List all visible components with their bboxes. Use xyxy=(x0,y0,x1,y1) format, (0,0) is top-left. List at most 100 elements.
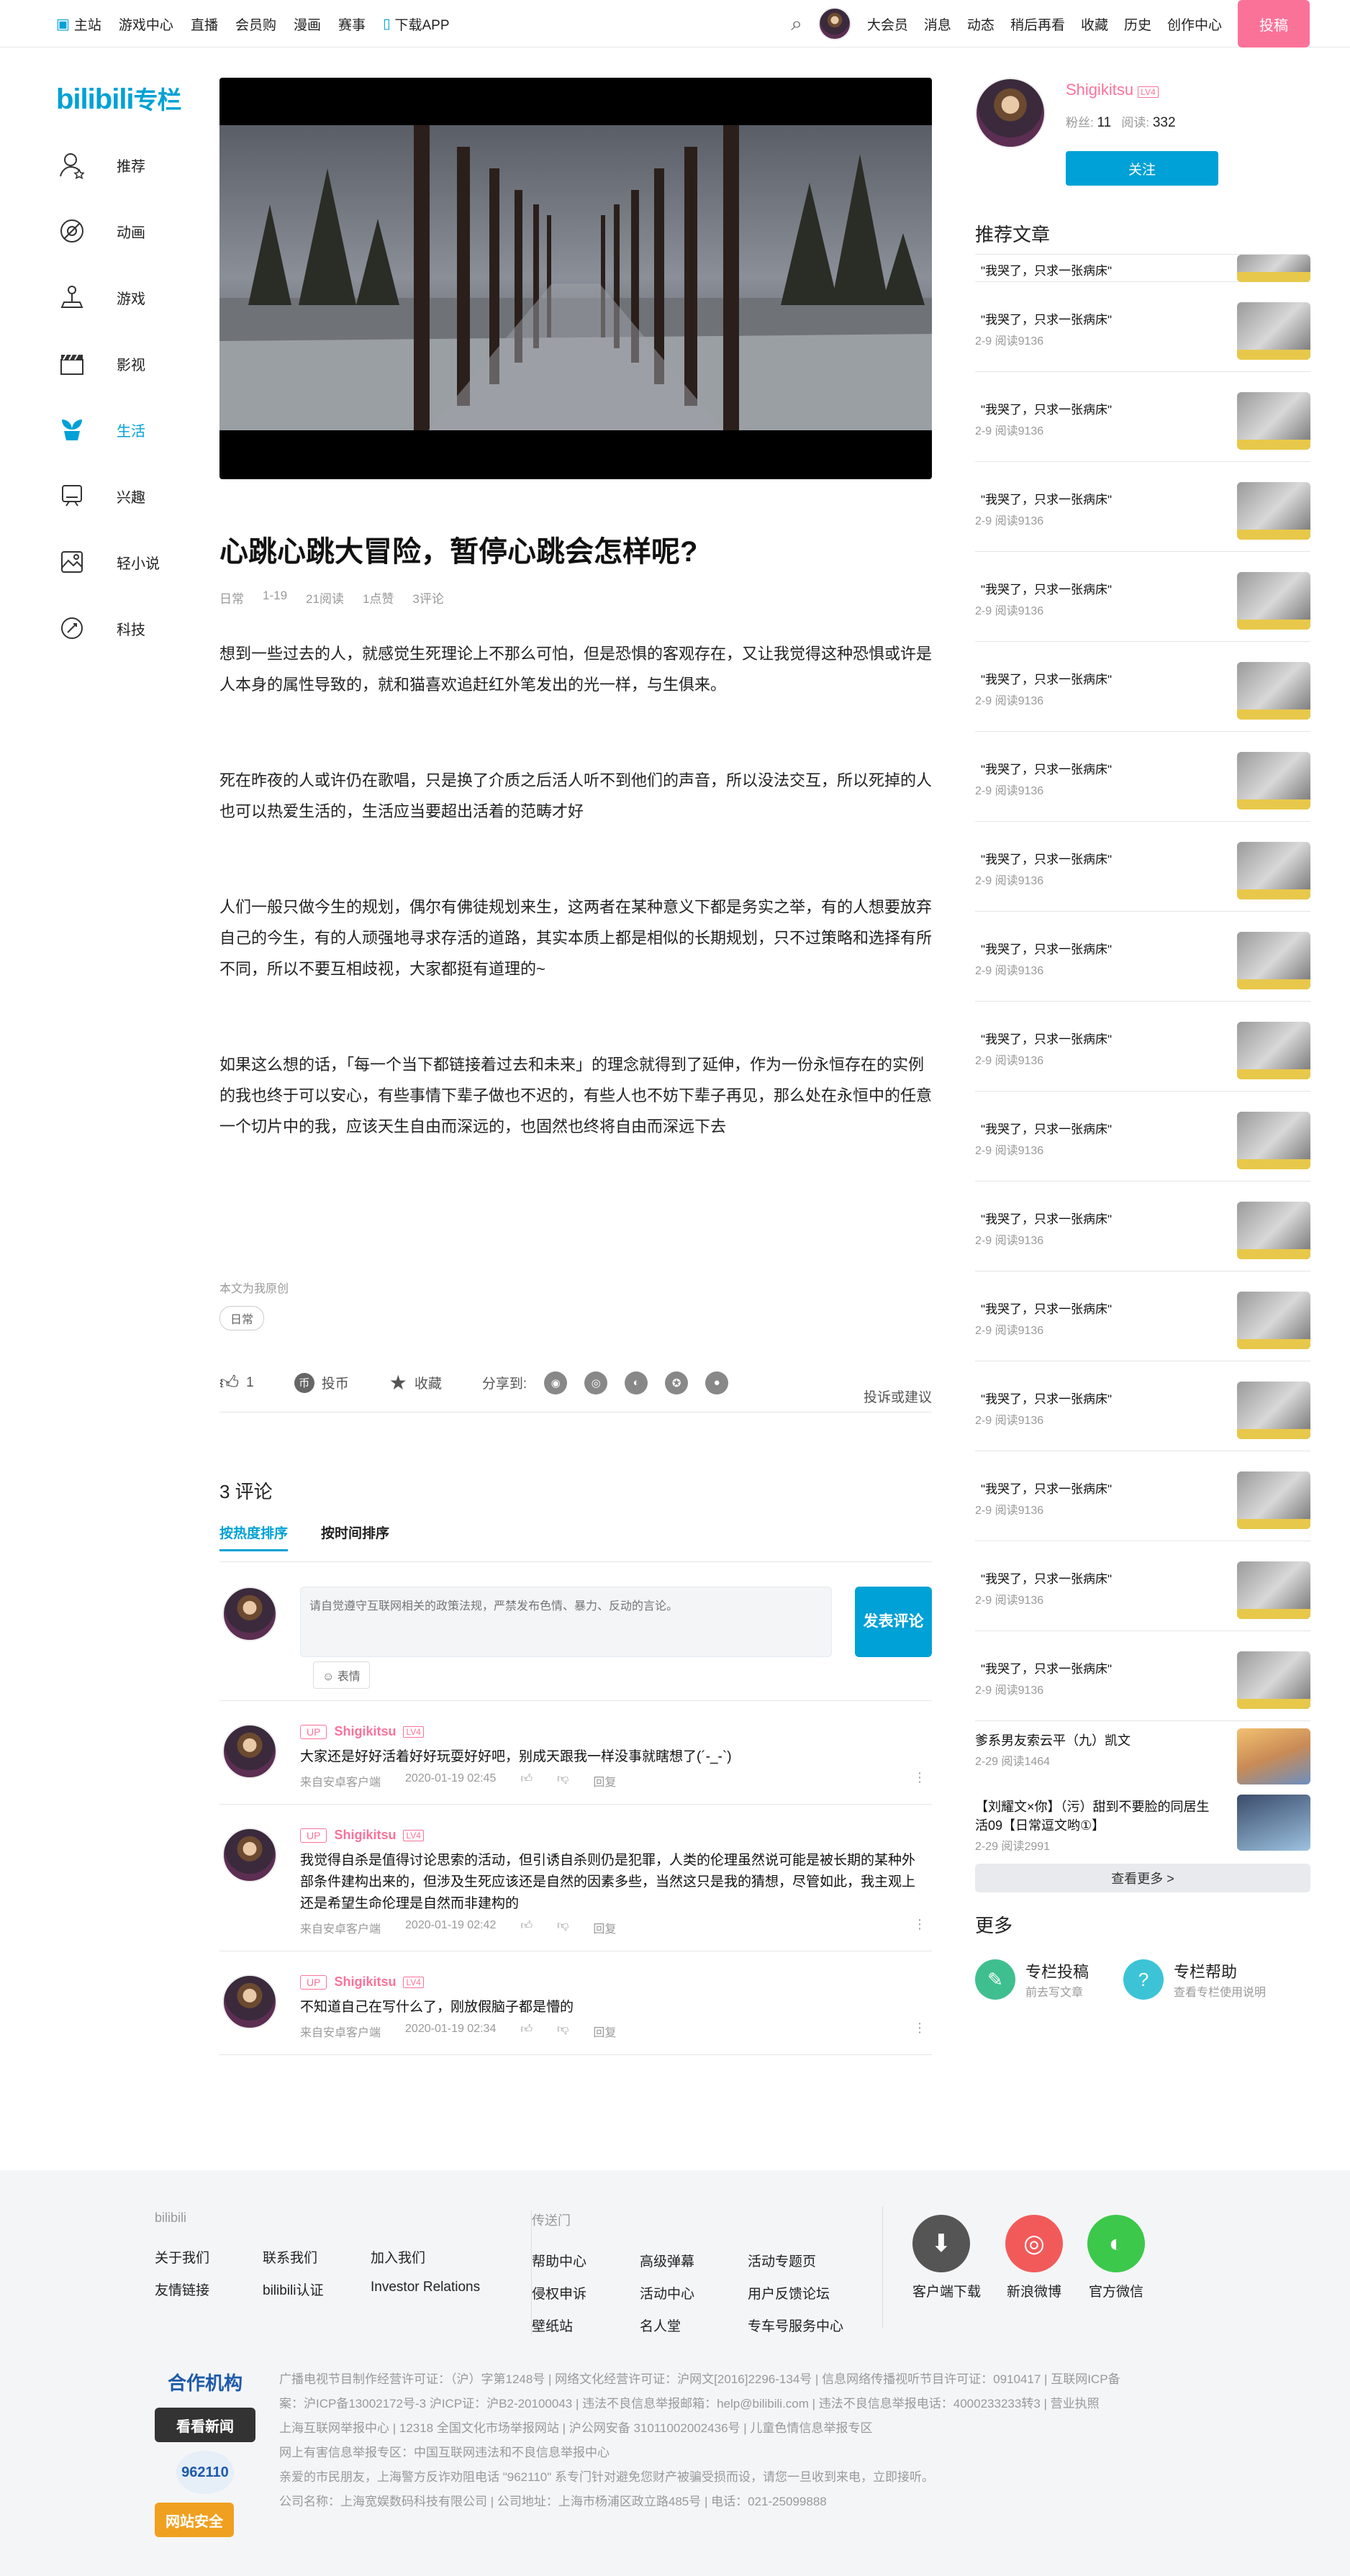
kankan-news-logo[interactable]: 看看新闻 xyxy=(155,2408,255,2442)
recommend-item[interactable]: "我哭了，只求一张病床" 2-9 阅读9136 xyxy=(975,1092,1310,1182)
reply-button[interactable]: 回复 xyxy=(593,1772,616,1790)
footer-link[interactable]: 加入我们 xyxy=(371,2247,536,2267)
footer-link[interactable]: 关于我们 xyxy=(155,2247,263,2267)
sidebar-item-recommend[interactable]: 推荐 xyxy=(56,132,200,198)
footer-link[interactable]: 联系我们 xyxy=(263,2247,371,2267)
recommend-item[interactable]: "我哭了，只求一张病床" 2-9 阅读9136 xyxy=(975,462,1310,552)
recommend-item[interactable]: "我哭了，只求一张病床" 2-9 阅读9136 xyxy=(975,282,1310,372)
footer-link[interactable]: 活动中心 xyxy=(640,2283,748,2303)
reply-button[interactable]: 回复 xyxy=(593,2023,616,2040)
recommend-item[interactable]: 【刘耀文×你】（污）甜到不要脸的同居生活09【日常逗文哟①】 2-29 阅读299… xyxy=(975,1787,1310,1859)
send-comment-button[interactable]: 发表评论 xyxy=(854,1587,932,1657)
recommend-item[interactable]: 爹系男友索云平（九）凯文 2-29 阅读1464 xyxy=(975,1721,1310,1787)
footer-link[interactable]: bilibili认证 xyxy=(263,2280,371,2299)
recommend-item[interactable]: "我哭了，只求一张病床" 2-9 阅读9136 xyxy=(975,642,1310,732)
column-help-link[interactable]: ? 专栏帮助 查看专栏使用说明 xyxy=(1123,1959,1266,2000)
top-creator[interactable]: 创作中心 xyxy=(1167,14,1222,34)
report-link[interactable]: 投诉或建议 xyxy=(864,1387,932,1406)
top-vip[interactable]: 大会员 xyxy=(867,14,908,34)
meta-category[interactable]: 日常 xyxy=(219,589,244,607)
weibo-share-icon[interactable]: ◎ xyxy=(584,1371,608,1394)
commenter-avatar[interactable] xyxy=(222,1828,277,1882)
publish-button[interactable]: 投稿 xyxy=(1238,0,1310,47)
recommend-item[interactable]: "我哭了，只求一张病床" 2-9 阅读9136 xyxy=(975,1631,1310,1721)
recommend-item[interactable]: "我哭了，只求一张病床" 2-9 阅读9136 xyxy=(975,372,1310,462)
dislike-icon[interactable]: 👎︎ xyxy=(557,1919,568,1936)
qq-share-icon[interactable]: ● xyxy=(705,1371,729,1394)
recommend-item[interactable]: "我哭了，只求一张病床" 2-9 阅读9136 xyxy=(975,912,1310,1002)
like-icon[interactable]: 👍︎ xyxy=(520,1919,533,1936)
commenter-name[interactable]: Shigikitsu xyxy=(334,1974,396,1990)
top-dynamics[interactable]: 动态 xyxy=(967,14,995,34)
top-nav-download[interactable]: ▯ 下载APP xyxy=(383,14,450,34)
recommend-item[interactable]: "我哭了，只求一张病床" 2-9 阅读9136 xyxy=(975,1002,1310,1092)
more-options-icon[interactable]: ⋮ xyxy=(913,1770,926,1785)
column-submit-link[interactable]: ✎ 专栏投稿 前去写文章 xyxy=(975,1959,1089,2000)
footer-link[interactable]: 友情链接 xyxy=(155,2280,263,2299)
weibo-link[interactable]: ◎ 新浪微博 xyxy=(1005,2215,1064,2300)
tab-hot[interactable]: 按热度排序 xyxy=(219,1523,289,1551)
commenter-avatar[interactable] xyxy=(222,1724,277,1779)
footer-link[interactable]: 名人堂 xyxy=(640,2316,748,2335)
police-962110-logo[interactable]: 962110 xyxy=(176,2451,234,2494)
view-more-button[interactable]: 查看更多 > xyxy=(975,1864,1310,1892)
tab-time[interactable]: 按时间排序 xyxy=(321,1523,389,1551)
search-icon[interactable]: ⌕ xyxy=(791,12,802,36)
recommend-item[interactable]: "我哭了，只求一张病床" 2-9 阅读9136 xyxy=(975,1361,1310,1451)
dislike-icon[interactable]: 👎︎ xyxy=(557,1772,568,1790)
footer-link[interactable]: Investor Relations xyxy=(371,2280,536,2299)
user-avatar[interactable] xyxy=(817,7,851,40)
top-nav-match[interactable]: 赛事 xyxy=(338,14,366,34)
footer-link[interactable]: 帮助中心 xyxy=(532,2251,640,2270)
sidebar-item-animation[interactable]: 动画 xyxy=(56,198,200,264)
author-name[interactable]: Shigikitsu xyxy=(1066,81,1133,99)
footer-link[interactable]: 活动专题页 xyxy=(748,2251,884,2270)
sidebar-item-game[interactable]: 游戏 xyxy=(56,264,200,330)
sidebar-item-interest[interactable]: 兴趣 xyxy=(56,463,200,529)
comment-input[interactable] xyxy=(300,1587,832,1657)
sidebar-item-film[interactable]: 影视 xyxy=(56,330,200,396)
like-icon[interactable]: 👍︎ xyxy=(520,1772,533,1790)
top-nav-main[interactable]: ▣ 主站 xyxy=(56,14,101,34)
dislike-icon[interactable]: 👎︎ xyxy=(557,2023,568,2040)
footer-link[interactable]: 高级弹幕 xyxy=(640,2251,748,2270)
recommend-item[interactable]: "我哭了，只求一张病床" 2-9 阅读9136 xyxy=(975,1451,1310,1541)
recommend-item[interactable]: "我哭了，只求一张病床" 2-9 阅读9136 xyxy=(975,732,1310,822)
top-watch-later[interactable]: 稍后再看 xyxy=(1010,14,1065,34)
emoji-button[interactable]: ☺ 表情 xyxy=(313,1661,370,1689)
sidebar-item-novel[interactable]: 轻小说 xyxy=(56,529,200,595)
commenter-name[interactable]: Shigikitsu xyxy=(334,1724,396,1739)
commenter-avatar[interactable] xyxy=(222,1974,277,2029)
top-nav-game[interactable]: 游戏中心 xyxy=(119,14,173,34)
dynamic-share-icon[interactable]: ◉ xyxy=(544,1371,568,1394)
reply-button[interactable]: 回复 xyxy=(593,1919,616,1936)
sidebar-item-tech[interactable]: 科技 xyxy=(56,595,200,661)
recommend-item[interactable]: "我哭了，只求一张病床" xyxy=(975,255,1310,282)
footer-link[interactable]: 侵权申诉 xyxy=(532,2283,640,2303)
coin-button[interactable]: 币投币 xyxy=(294,1372,349,1393)
wechat-share-icon[interactable]: ◐ xyxy=(625,1371,648,1394)
footer-link[interactable]: 专车号服务中心 xyxy=(748,2316,884,2335)
top-messages[interactable]: 消息 xyxy=(924,14,951,34)
wechat-link[interactable]: ◐ 官方微信 xyxy=(1087,2215,1146,2300)
follow-button[interactable]: 关注 xyxy=(1066,151,1218,186)
top-history[interactable]: 历史 xyxy=(1124,14,1151,34)
top-nav-live[interactable]: 直播 xyxy=(191,14,218,34)
recommend-item[interactable]: "我哭了，只求一张病床" 2-9 阅读9136 xyxy=(975,552,1310,642)
top-favorites[interactable]: 收藏 xyxy=(1081,14,1108,34)
article-tag[interactable]: 日常 xyxy=(219,1306,265,1330)
recommend-item[interactable]: "我哭了，只求一张病床" 2-9 阅读9136 xyxy=(975,1271,1310,1361)
sidebar-item-life[interactable]: 生活 xyxy=(56,396,200,463)
like-button[interactable]: 👍︎ 1 xyxy=(219,1371,254,1394)
author-avatar[interactable] xyxy=(975,78,1046,148)
column-logo[interactable]: bilibili专栏 xyxy=(56,81,200,116)
recommend-item[interactable]: "我哭了，只求一张病床" 2-9 阅读9136 xyxy=(975,1541,1310,1631)
qzone-share-icon[interactable]: ✪ xyxy=(665,1371,689,1394)
top-nav-mall[interactable]: 会员购 xyxy=(235,14,276,34)
recommend-item[interactable]: "我哭了，只求一张病床" 2-9 阅读9136 xyxy=(975,1182,1310,1271)
site-security-logo[interactable]: 网站安全 xyxy=(155,2503,234,2537)
footer-link[interactable]: 用户反馈论坛 xyxy=(748,2283,884,2303)
commenter-name[interactable]: Shigikitsu xyxy=(334,1828,396,1843)
footer-link[interactable]: 壁纸站 xyxy=(532,2316,640,2335)
more-options-icon[interactable]: ⋮ xyxy=(913,1917,926,1932)
